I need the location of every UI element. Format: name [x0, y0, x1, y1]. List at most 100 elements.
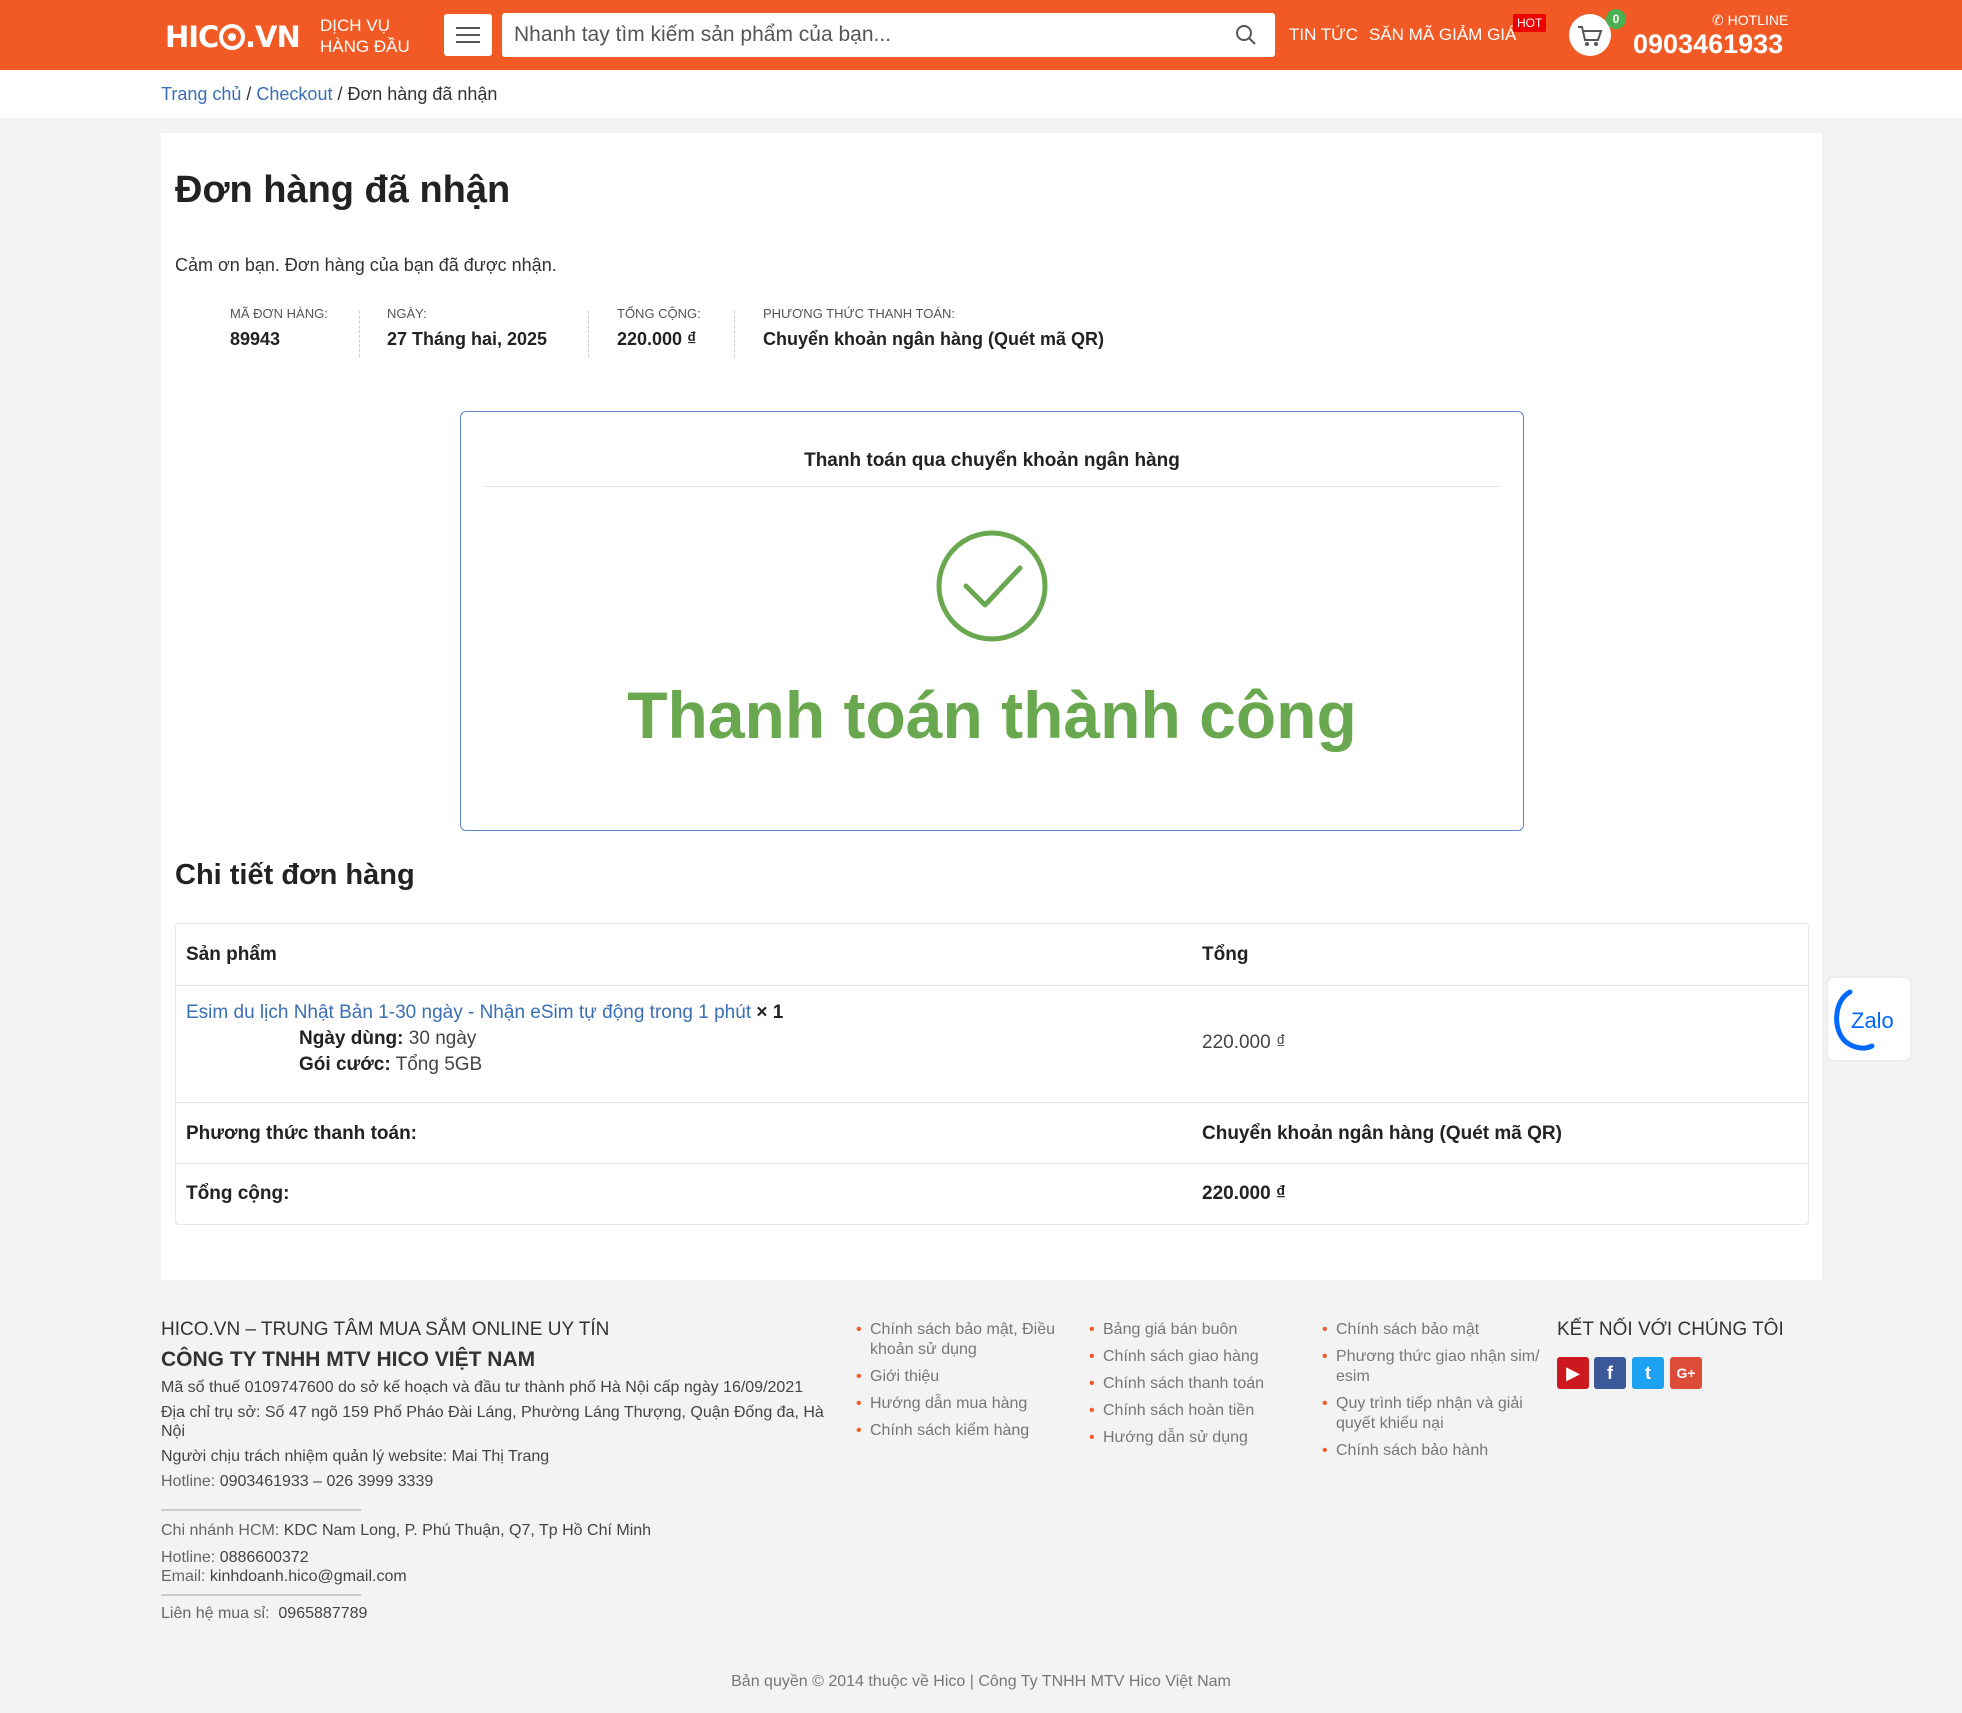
- order-details-title: Chi tiết đơn hàng: [175, 859, 415, 891]
- breadcrumb-home[interactable]: Trang chủ: [161, 84, 241, 104]
- facebook-icon[interactable]: f: [1594, 1357, 1626, 1389]
- search-box: [502, 13, 1275, 57]
- footer-links-col1: Chính sách bảo mật, Điều khoản sử dụng G…: [856, 1320, 1056, 1448]
- footer-link[interactable]: Hướng dẫn sử dụng: [1089, 1428, 1289, 1448]
- meta-label: Ngày dùng:: [299, 1028, 404, 1049]
- nav-news-link[interactable]: TIN TỨC: [1289, 25, 1358, 45]
- overview-order-number: Mã đơn hàng: 89943: [230, 306, 328, 350]
- header-bar: HIC .VN DỊCH VỤ HÀNG ĐẦU TIN TỨC SĂN MÃ …: [0, 0, 1962, 70]
- meta-value: Tổng 5GB: [395, 1054, 483, 1075]
- branch-hotline-label: Hotline:: [161, 1549, 216, 1566]
- wholesale-value[interactable]: 0965887789: [278, 1605, 367, 1622]
- overview-value: 89943: [230, 329, 281, 349]
- branch-label: Chi nhánh HCM:: [161, 1522, 280, 1539]
- table-row: Esim du lịch Nhật Bản 1-30 ngày - Nhận e…: [176, 986, 1808, 1103]
- breadcrumb-bar: Trang chủ / Checkout / Đơn hàng đã nhận: [0, 70, 1962, 118]
- footer-link[interactable]: Chính sách bảo hành: [1322, 1441, 1542, 1461]
- hot-badge: HOT: [1513, 14, 1547, 32]
- search-icon[interactable]: [1235, 24, 1257, 46]
- overview-divider: [588, 311, 589, 357]
- zalo-label: Zalo: [1851, 1008, 1894, 1033]
- search-input[interactable]: [514, 19, 1214, 51]
- overview-value: Chuyển khoản ngân hàng (Quét mã QR): [763, 329, 1105, 349]
- order-item: Esim du lịch Nhật Bản 1-30 ngày - Nhận e…: [186, 1002, 783, 1076]
- footer: HICO.VN – TRUNG TÂM MUA SẮM ONLINE UY TÍ…: [0, 1295, 1962, 1713]
- footer-hotline: Hotline: 0903461933 – 026 3999 3339: [161, 1472, 841, 1491]
- footer-link[interactable]: Chính sách bảo mật: [1322, 1320, 1542, 1340]
- overview-divider: [359, 311, 360, 357]
- branch-hotline-value[interactable]: 0886600372: [220, 1549, 309, 1566]
- wholesale-label: Liên hệ mua sỉ:: [161, 1605, 270, 1622]
- overview-date: Ngày: 27 Tháng hai, 2025: [387, 306, 547, 350]
- email-value[interactable]: kinhdoanh.hico@gmail.com: [210, 1568, 407, 1585]
- page-title: Đơn hàng đã nhận: [175, 169, 511, 211]
- overview-label: Tổng cộng:: [617, 306, 701, 321]
- hotline-label-text: HOTLINE: [1727, 12, 1789, 28]
- footer-link[interactable]: Chính sách hoàn tiền: [1089, 1401, 1289, 1421]
- overview-payment-method: Phương thức thanh toán: Chuyển khoản ngâ…: [763, 306, 1104, 350]
- cart-button[interactable]: [1569, 14, 1611, 56]
- product-meta-days: Ngày dùng: 30 ngày: [299, 1028, 783, 1050]
- overview-label: Ngày:: [387, 306, 427, 321]
- payment-method-label: Phương thức thanh toán:: [186, 1123, 417, 1144]
- site-logo[interactable]: HIC .VN: [165, 14, 301, 56]
- youtube-icon[interactable]: ▶: [1557, 1357, 1589, 1389]
- payment-method-value: Chuyển khoản ngân hàng (Quét mã QR): [1202, 1123, 1562, 1144]
- overview-value: 27 Tháng hai, 2025: [387, 329, 548, 349]
- copyright: Bản quyền © 2014 thuộc về Hico | Công Ty…: [731, 1673, 1231, 1690]
- tagline-line2: HÀNG ĐẦU: [320, 37, 410, 56]
- footer-link[interactable]: Quy trình tiếp nhận và giải quyết khiếu …: [1322, 1394, 1542, 1434]
- footer-link[interactable]: Chính sách kiểm hàng: [856, 1421, 1056, 1441]
- breadcrumb-current: Đơn hàng đã nhận: [347, 84, 498, 104]
- hotline-value[interactable]: 0903461933 – 026 3999 3339: [220, 1473, 434, 1490]
- footer-wholesale: Liên hệ mua sỉ: 0965887789: [161, 1604, 841, 1623]
- footer-link[interactable]: Chính sách giao hàng: [1089, 1347, 1289, 1367]
- twitter-icon[interactable]: t: [1632, 1357, 1664, 1389]
- email-label: Email:: [161, 1568, 206, 1585]
- footer-link[interactable]: Hướng dẫn mua hàng: [856, 1394, 1056, 1414]
- menu-toggle-button[interactable]: [444, 14, 492, 56]
- grand-total-label: Tổng cộng:: [186, 1183, 290, 1204]
- google-plus-icon[interactable]: G+: [1670, 1357, 1702, 1389]
- bank-transfer-box: Thanh toán qua chuyển khoản ngân hàng Th…: [460, 411, 1524, 831]
- footer-link[interactable]: Bảng giá bán buôn: [1089, 1320, 1289, 1340]
- menu-icon-bar: [456, 41, 480, 43]
- product-link[interactable]: Esim du lịch Nhật Bản 1-30 ngày - Nhận e…: [186, 1002, 751, 1023]
- footer-tax: Mã số thuế 0109747600 do sở kế hoạch và …: [161, 1379, 804, 1396]
- hotline-label: ✆ HOTLINE: [1712, 12, 1788, 29]
- table-header-row: Sản phẩm Tổng: [176, 924, 1808, 986]
- divider: [483, 486, 1501, 487]
- zalo-chat-button[interactable]: Zalo: [1828, 978, 1910, 1060]
- branch-value: KDC Nam Long, P. Phú Thuận, Q7, Tp Hồ Ch…: [283, 1522, 652, 1539]
- order-details-table: Sản phẩm Tổng Esim du lịch Nhật Bản 1-30…: [175, 923, 1809, 1225]
- check-circle-icon: [936, 530, 1048, 642]
- overview-divider: [734, 311, 735, 357]
- footer-link[interactable]: Giới thiệu: [856, 1367, 1056, 1387]
- logo-graphic: HIC .VN: [165, 20, 301, 54]
- footer-link[interactable]: Chính sách thanh toán: [1089, 1374, 1289, 1394]
- phone-icon: ✆: [1712, 12, 1724, 28]
- overview-label: Phương thức thanh toán:: [763, 306, 956, 321]
- breadcrumb: Trang chủ / Checkout / Đơn hàng đã nhận: [161, 84, 497, 105]
- overview-label: Mã đơn hàng:: [230, 306, 328, 321]
- tagline-line1: DỊCH VỤ: [320, 16, 390, 35]
- footer-link[interactable]: Chính sách bảo mật, Điều khoản sử dụng: [856, 1320, 1056, 1360]
- breadcrumb-checkout[interactable]: Checkout: [256, 84, 332, 104]
- column-header-total: Tổng: [1202, 944, 1249, 965]
- breadcrumb-separator: /: [332, 84, 348, 104]
- bank-transfer-title: Thanh toán qua chuyển khoản ngân hàng: [804, 450, 1180, 471]
- column-header-product: Sản phẩm: [186, 944, 277, 965]
- hotline-number[interactable]: 0903461933: [1633, 29, 1783, 60]
- tagline: DỊCH VỤ HÀNG ĐẦU: [320, 15, 410, 57]
- svg-text:.VN: .VN: [245, 20, 300, 54]
- product-quantity: × 1: [756, 1002, 784, 1023]
- nav-coupon-link[interactable]: SĂN MÃ GIẢM GIÁ: [1369, 25, 1516, 45]
- overview-value: 220.000 ₫: [617, 329, 697, 349]
- footer-email: Email: kinhdoanh.hico@gmail.com: [161, 1567, 841, 1586]
- divider: [161, 1509, 361, 1511]
- footer-link[interactable]: Phương thức giao nhận sim/ esim: [1322, 1347, 1542, 1387]
- main-content: Đơn hàng đã nhận Cảm ơn bạn. Đơn hàng củ…: [161, 133, 1822, 1280]
- overview-total: Tổng cộng: 220.000 ₫: [617, 306, 701, 350]
- breadcrumb-separator: /: [241, 84, 257, 104]
- footer-branch: Chi nhánh HCM: KDC Nam Long, P. Phú Thuậ…: [161, 1521, 841, 1540]
